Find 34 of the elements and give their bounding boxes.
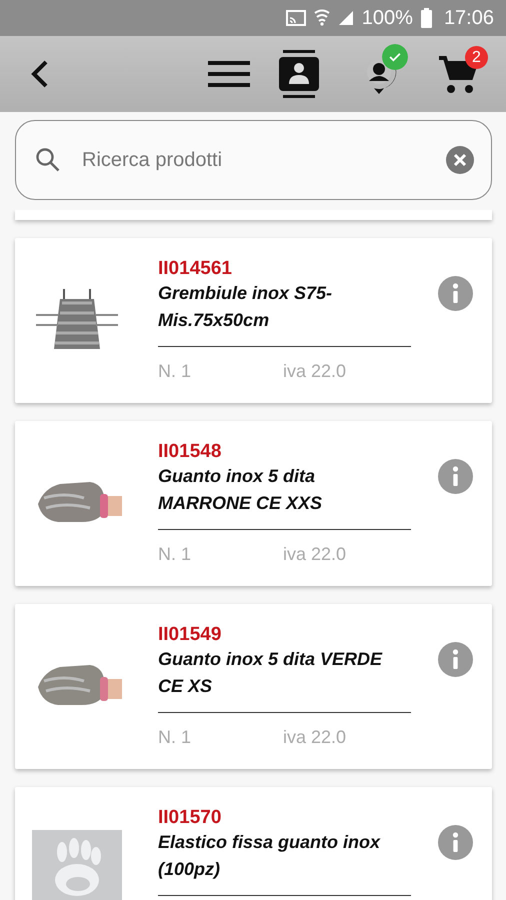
info-button[interactable] [438, 825, 472, 860]
product-code: II01570 [158, 807, 222, 829]
product-name: Guanto inox 5 dita MARRONE CE XXS [158, 465, 324, 515]
quantity-label: N. 1 [158, 361, 192, 382]
product-code: II01549 [158, 624, 222, 646]
vat-label: iva 22.0 [283, 544, 346, 565]
product-card[interactable]: II01570 Elastico fissa guanto inox (100pz) [15, 787, 492, 900]
search-field[interactable]: Ricerca prodotti [15, 120, 492, 200]
battery-percentage: 100% [362, 8, 413, 28]
info-button[interactable] [438, 642, 472, 677]
clear-button[interactable] [446, 146, 474, 174]
quantity-label: N. 1 [158, 727, 192, 748]
product-name: Elastico fissa guanto inox (100pz) [158, 831, 382, 881]
product-code: II014561 [158, 258, 233, 280]
search-icon [35, 147, 61, 173]
menu-icon[interactable] [208, 59, 250, 89]
product-card[interactable]: II01549 Guanto inox 5 dita VERDE CE XS N. 1 iva 22.0 [15, 604, 492, 769]
product-card[interactable]: II01548 Guanto inox 5 dita MARRONE CE XXS N. 1 iva 22.0 [15, 421, 492, 586]
contact-card-icon[interactable] [279, 50, 319, 98]
vat-label: iva 22.0 [283, 361, 346, 382]
info-button[interactable] [438, 459, 472, 494]
quantity-label: N. 1 [158, 544, 192, 565]
cast-icon [286, 10, 306, 26]
product-name: Guanto inox 5 dita VERDE CE XS [158, 648, 384, 698]
signal-icon [338, 10, 354, 26]
vat-label: iva 22.0 [283, 727, 346, 748]
battery-icon [420, 8, 432, 28]
wifi-icon [314, 9, 330, 27]
product-code: II01548 [158, 441, 222, 463]
product-name: Grembiule inox S75-Mis.75x50cm [158, 282, 334, 332]
clock-time: 17:06 [444, 8, 494, 28]
cart-count-badge: 2 [465, 46, 488, 69]
product-card[interactable]: II014561 Grembiule inox S75-Mis.75x50cm N. 1 iva 22.0 [15, 238, 492, 403]
info-button[interactable] [438, 276, 472, 311]
